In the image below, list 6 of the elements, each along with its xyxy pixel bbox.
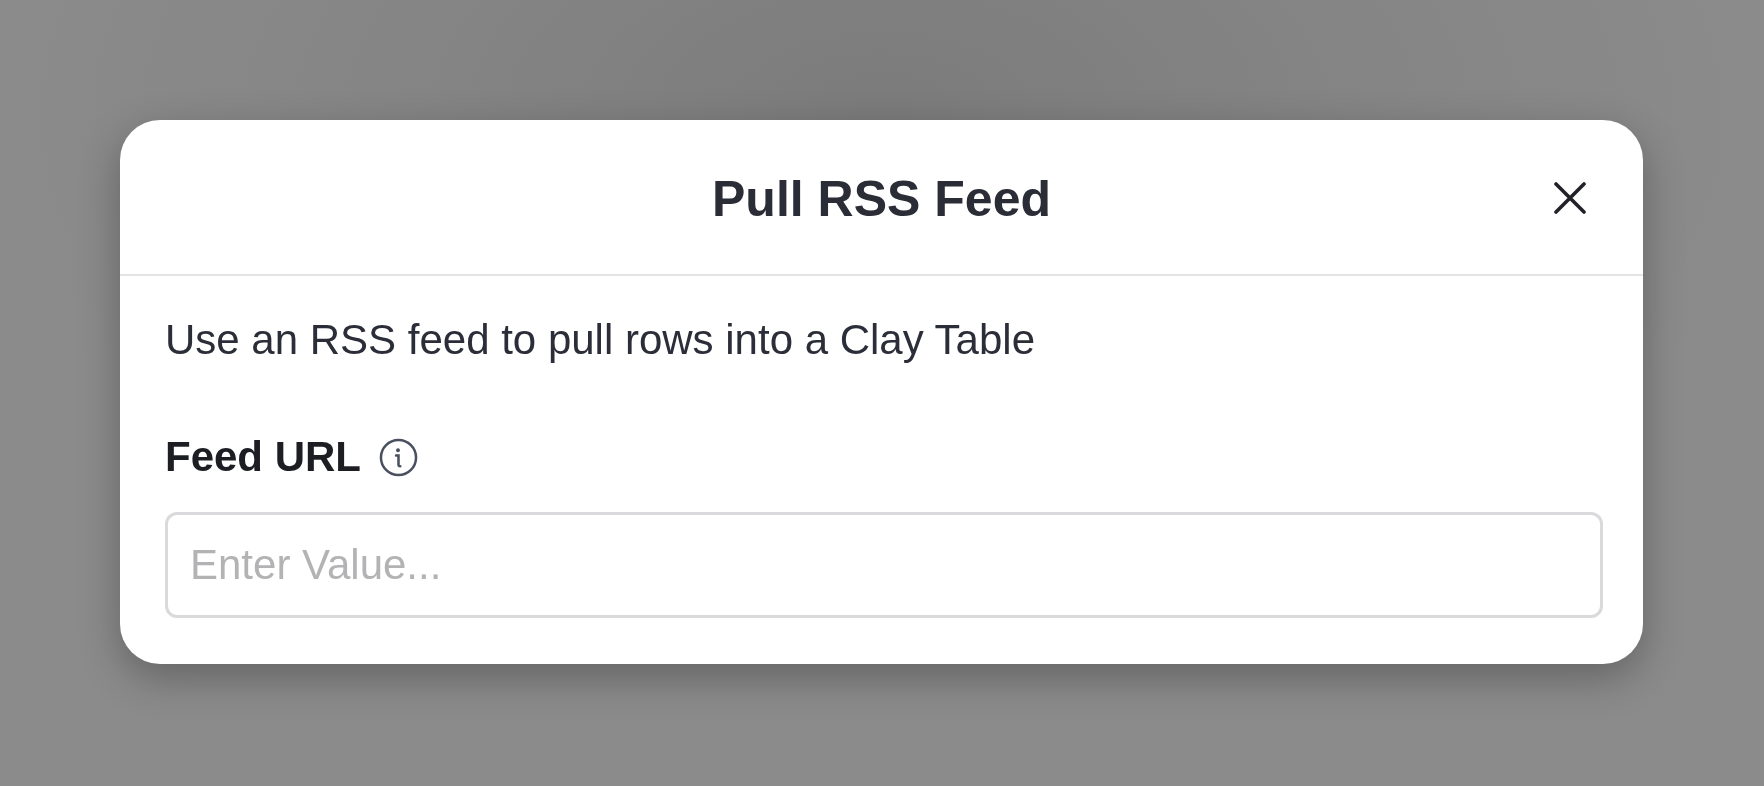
feed-url-field[interactable]: Enter Value... — [165, 512, 1603, 618]
close-icon — [1554, 182, 1586, 214]
dialog-description: Use an RSS feed to pull rows into a Clay Table — [165, 315, 1037, 365]
info-icon[interactable] — [379, 437, 418, 477]
field-label: Feed URL — [165, 432, 361, 482]
dialog-title: Pull RSS Feed — [712, 170, 1051, 229]
